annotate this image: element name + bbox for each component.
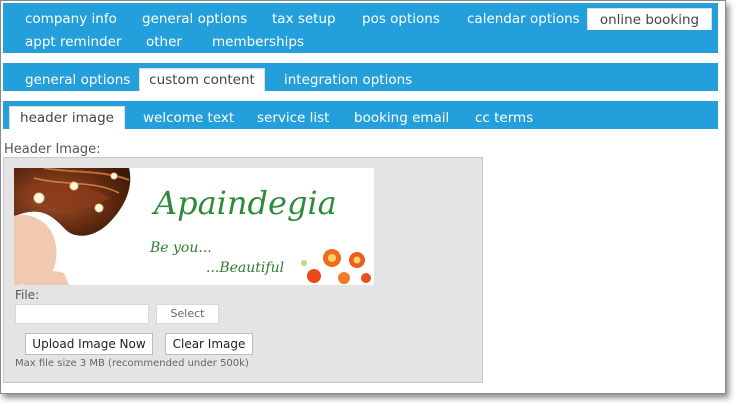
sub-tab-bar: general options custom content integrati… [3,63,718,91]
contenttab-booking-email[interactable]: booking email [350,107,453,129]
select-file-button[interactable]: Select [156,304,219,324]
contenttab-header-image[interactable]: header image [9,106,125,129]
tab-online-booking[interactable]: online booking [587,8,712,30]
top-tab-bar: company info general options tax setup p… [3,3,718,53]
subtab-custom-content[interactable]: custom content [139,68,265,91]
settings-window: company info general options tax setup p… [0,0,726,394]
subtab-integration-options[interactable]: integration options [280,69,416,91]
header-image-label: Header Image: [4,142,101,157]
content-tab-bar: header image welcome text service list b… [3,101,718,129]
tab-general-options[interactable]: general options [138,8,251,30]
tab-pos-options[interactable]: pos options [358,8,444,30]
subtab-general-options[interactable]: general options [21,69,134,91]
tab-tax-setup[interactable]: tax setup [268,8,340,30]
banner-brand-text: Apaindegia [154,184,337,222]
file-size-note: Max file size 3 MB (recommended under 50… [15,358,249,369]
file-input[interactable] [15,304,149,324]
banner-tagline-2: ...Beautiful [206,260,285,276]
header-image-panel: Apaindegia Be you... ...Beautiful File: … [3,157,483,383]
clear-image-button[interactable]: Clear Image [165,333,253,355]
header-image-preview: Apaindegia Be you... ...Beautiful [14,168,374,285]
contenttab-service-list[interactable]: service list [253,107,333,129]
contenttab-welcome-text[interactable]: welcome text [139,107,238,129]
upload-image-button[interactable]: Upload Image Now [25,333,153,355]
banner-tagline-1: Be you... [150,240,212,256]
file-label: File: [15,288,40,302]
tab-appt-reminder[interactable]: appt reminder [21,31,125,53]
tab-calendar-options[interactable]: calendar options [463,8,584,30]
contenttab-cc-terms[interactable]: cc terms [471,107,537,129]
tab-other[interactable]: other [142,31,186,53]
tab-company-info[interactable]: company info [21,8,121,30]
tab-memberships[interactable]: memberships [208,31,308,53]
